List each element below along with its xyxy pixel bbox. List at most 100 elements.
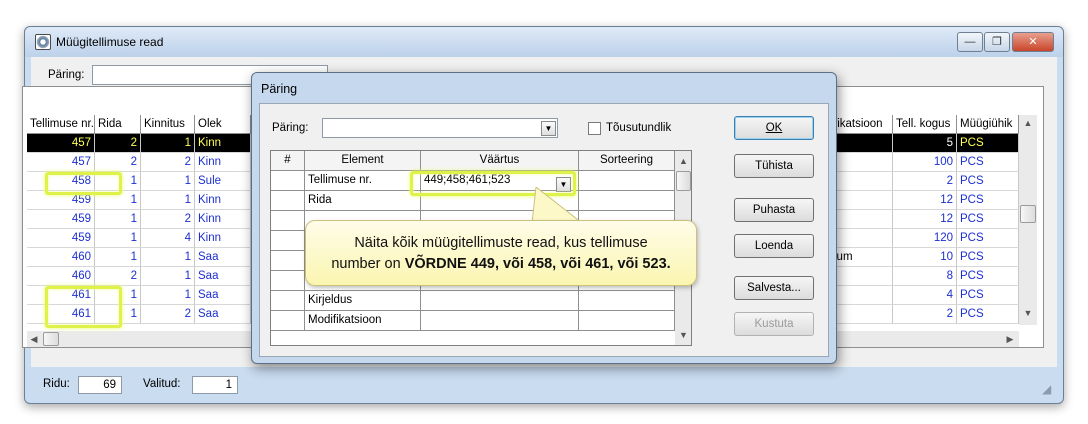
minimize-icon[interactable]: —	[957, 32, 983, 52]
table-cell-quantity[interactable]: 4	[893, 286, 957, 305]
table-cell-unit[interactable]: PCS	[957, 248, 1019, 267]
table-cell-status[interactable]: Kinn	[195, 153, 251, 172]
sort-cell[interactable]	[579, 191, 675, 211]
column-header-modification[interactable]: fikatsioon	[831, 115, 893, 134]
table-cell-status[interactable]: Saa	[195, 305, 251, 324]
element-cell[interactable]: Kirjeldus	[305, 291, 421, 311]
scroll-down-icon[interactable]: ▼	[1019, 305, 1037, 321]
table-cell-line[interactable]: 1	[95, 286, 141, 305]
column-header-status[interactable]: Olek	[195, 115, 251, 134]
table-cell-line[interactable]: 1	[95, 210, 141, 229]
sort-cell[interactable]	[579, 171, 675, 191]
table-cell-quantity[interactable]: 100	[893, 153, 957, 172]
table-cell-unit[interactable]: PCS	[957, 210, 1019, 229]
dialog-query-select[interactable]	[322, 118, 558, 138]
table-cell-unit[interactable]: PCS	[957, 229, 1019, 248]
title-bar[interactable]: Müügitellimuse read — ❐ ✕	[25, 27, 1063, 57]
table-cell-confirm[interactable]: 2	[141, 305, 195, 324]
table-cell-confirm[interactable]: 1	[141, 172, 195, 191]
table-cell-order[interactable]: 459	[27, 210, 95, 229]
table-cell-confirm[interactable]: 4	[141, 229, 195, 248]
table-cell-modification[interactable]	[831, 210, 893, 229]
table-cell-quantity[interactable]: 2	[893, 305, 957, 324]
clear-button[interactable]: Puhasta	[734, 198, 814, 222]
scroll-right-icon[interactable]: ▶	[1003, 331, 1017, 347]
table-cell-unit[interactable]: PCS	[957, 134, 1019, 153]
table-cell-line[interactable]: 1	[95, 305, 141, 324]
table-cell-order[interactable]: 461	[27, 286, 95, 305]
table-cell-confirm[interactable]: 1	[141, 286, 195, 305]
scroll-thumb[interactable]	[676, 171, 691, 191]
column-header-confirm[interactable]: Kinnitus	[141, 115, 195, 134]
table-cell-quantity[interactable]: 12	[893, 191, 957, 210]
table-cell-quantity[interactable]: 12	[893, 210, 957, 229]
table-cell-quantity[interactable]: 120	[893, 229, 957, 248]
table-cell-order[interactable]: 459	[27, 191, 95, 210]
row-number-cell[interactable]	[271, 291, 305, 311]
list-button[interactable]: Loenda	[734, 234, 814, 258]
table-cell-order[interactable]: 459	[27, 229, 95, 248]
table-cell-status[interactable]: Kinn	[195, 229, 251, 248]
table-cell-modification[interactable]	[831, 229, 893, 248]
ok-button[interactable]: OK	[734, 116, 814, 140]
table-cell-order[interactable]: 460	[27, 267, 95, 286]
resize-grip-icon[interactable]: ◢	[1042, 382, 1056, 396]
column-header-order[interactable]: Tellimuse nr.	[27, 115, 95, 134]
sort-cell[interactable]	[579, 291, 675, 311]
row-number-cell[interactable]	[271, 271, 305, 291]
column-header-line[interactable]: Rida	[95, 115, 141, 134]
scroll-thumb-horizontal[interactable]	[43, 332, 59, 346]
scroll-down-icon[interactable]: ▼	[675, 327, 691, 343]
table-cell-status[interactable]: Kinn	[195, 210, 251, 229]
table-cell-confirm[interactable]: 1	[141, 248, 195, 267]
scroll-thumb[interactable]	[1020, 205, 1036, 223]
table-cell-order[interactable]: 461	[27, 305, 95, 324]
table-cell-quantity[interactable]: 8	[893, 267, 957, 286]
row-number-cell[interactable]	[271, 251, 305, 271]
table-cell-confirm[interactable]: 2	[141, 210, 195, 229]
table-cell-line[interactable]: 2	[95, 267, 141, 286]
table-cell-modification[interactable]	[831, 286, 893, 305]
table-cell-modification[interactable]	[831, 172, 893, 191]
column-header-quantity[interactable]: Tell. kogus	[893, 115, 957, 134]
scroll-up-icon[interactable]: ▲	[1019, 115, 1037, 131]
element-cell[interactable]: Modifikatsioon	[305, 311, 421, 331]
scroll-left-icon[interactable]: ◀	[27, 331, 41, 347]
row-number-cell[interactable]	[271, 211, 305, 231]
element-cell[interactable]: Rida	[305, 191, 421, 211]
table-cell-order[interactable]: 458	[27, 172, 95, 191]
table-cell-quantity[interactable]: 5	[893, 134, 957, 153]
chevron-down-icon[interactable]: ▼	[541, 121, 556, 136]
table-cell-confirm[interactable]: 1	[141, 134, 195, 153]
table-cell-status[interactable]: Sule	[195, 172, 251, 191]
table-cell-line[interactable]: 1	[95, 172, 141, 191]
table-cell-order[interactable]: 457	[27, 153, 95, 172]
table-cell-modification[interactable]	[831, 134, 893, 153]
value-cell[interactable]	[421, 311, 579, 331]
row-number-cell[interactable]	[271, 191, 305, 211]
table-cell-status[interactable]: Saa	[195, 267, 251, 286]
table-cell-quantity[interactable]: 10	[893, 248, 957, 267]
table-cell-unit[interactable]: PCS	[957, 305, 1019, 324]
table-cell-unit[interactable]: PCS	[957, 172, 1019, 191]
table-cell-confirm[interactable]: 1	[141, 191, 195, 210]
table-cell-line[interactable]: 2	[95, 153, 141, 172]
table-cell-modification[interactable]	[831, 267, 893, 286]
table-cell-modification[interactable]: ium	[831, 248, 893, 267]
vertical-scrollbar[interactable]: ▲ ▼	[1019, 115, 1037, 325]
ascending-checkbox[interactable]	[588, 122, 601, 135]
table-cell-order[interactable]: 460	[27, 248, 95, 267]
maximize-icon[interactable]: ❐	[984, 32, 1010, 52]
table-cell-line[interactable]: 2	[95, 134, 141, 153]
table-cell-confirm[interactable]: 2	[141, 153, 195, 172]
row-number-cell[interactable]	[271, 231, 305, 251]
table-cell-status[interactable]: Saa	[195, 286, 251, 305]
value-cell[interactable]	[421, 291, 579, 311]
table-cell-confirm[interactable]: 1	[141, 267, 195, 286]
element-cell[interactable]: Tellimuse nr.	[305, 171, 421, 191]
save-button[interactable]: Salvesta...	[734, 276, 814, 300]
table-cell-modification[interactable]	[831, 305, 893, 324]
table-cell-line[interactable]: 1	[95, 229, 141, 248]
cancel-button[interactable]: Tühista	[734, 154, 814, 178]
table-cell-order[interactable]: 457	[27, 134, 95, 153]
